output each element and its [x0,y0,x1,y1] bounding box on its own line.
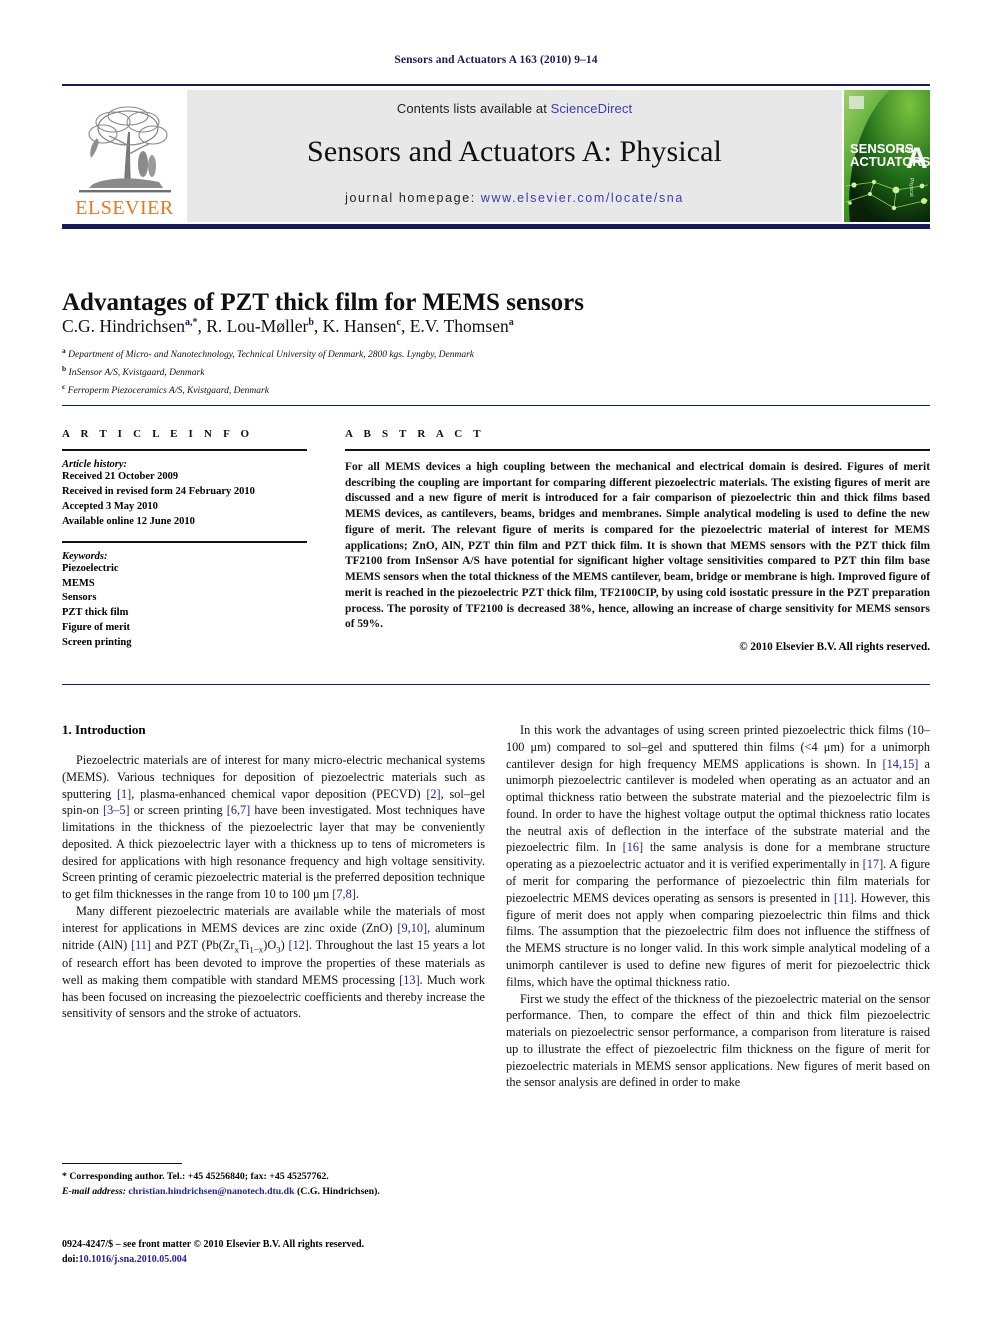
history-item: Received in revised form 24 February 201… [62,485,255,497]
journal-homepage-link[interactable]: www.elsevier.com/locate/sna [481,191,684,205]
masthead-top-rule [62,84,930,86]
imprint-block: 0924-4247/$ – see front matter © 2010 El… [62,1237,485,1267]
body-column-left: 1. Introduction Piezoelectric materials … [62,722,485,1022]
running-head: Sensors and Actuators A 163 (2010) 9–14 [394,54,598,66]
abstract-block: A B S T R A C T For all MEMS devices a h… [345,428,930,653]
section-heading-introduction: 1. Introduction [62,722,146,737]
article-info-block: A R T I C L E I N F O Article history: R… [62,428,307,651]
journal-homepage-line: journal homepage: www.elsevier.com/locat… [345,191,684,205]
email-note: E-mail address: christian.hindrichsen@na… [62,1185,485,1200]
keyword-item: Screen printing [62,637,132,649]
email-link[interactable]: christian.hindrichsen@nanotech.dtu.dk [128,1186,294,1197]
affiliation-mark: c [62,381,66,391]
sciencedirect-link[interactable]: ScienceDirect [551,101,633,116]
svg-text:A: A [906,142,928,175]
affiliation-mark: a [62,346,66,355]
elsevier-logo: ELSEVIER [62,90,187,222]
keywords-list: Piezoelectric MEMS Sensors PZT thick fil… [62,562,307,651]
keyword-item: Figure of merit [62,622,131,634]
paragraph: First we study the effect of the thickne… [506,991,930,1090]
paragraph: Piezoelectric materials are of interest … [62,753,485,902]
front-matter-line: 0924-4247/$ – see front matter © 2010 El… [62,1239,365,1250]
journal-masthead: ELSEVIER Contents lists available at Sci… [62,84,930,229]
homepage-prefix: journal homepage: [345,191,481,205]
history-item: Received 21 October 2009 [62,471,179,482]
abstract-text: For all MEMS devices a high coupling bet… [345,461,930,631]
email-label: E-mail address: [62,1185,126,1197]
article-history-label: Article history: [62,459,128,470]
contents-available-line: Contents lists available at ScienceDirec… [397,101,632,116]
article-info-rule [62,449,307,451]
doi-link[interactable]: 10.1016/j.sna.2010.05.004 [79,1254,187,1265]
history-item: Available online 12 June 2010 [62,515,195,527]
article-info-kicker: A R T I C L E I N F O [62,428,254,440]
abstract-bottom-rule [62,684,930,685]
info-top-rule [62,405,930,406]
paragraph: In this work the advantages of using scr… [506,723,931,989]
keyword-item: Sensors [62,592,97,604]
author-list: C.G. Hindrichsena,*, R. Lou-Møllerb, K. … [62,316,514,336]
affiliation-item: b InSensor A/S, Kvistgaard, Denmark [62,363,205,379]
doi-label: doi: [62,1254,79,1265]
journal-cover-thumbnail: SENSORS ACTUATORS and A Physical [844,90,930,222]
masthead-panel: Contents lists available at ScienceDirec… [187,90,842,222]
footnote-block: * Corresponding author. Tel.: +45 452568… [62,1170,485,1199]
article-history-list: Received 21 October 2009 Received in rev… [62,470,307,530]
contents-prefix: Contents lists available at [396,101,551,116]
journal-title: Sensors and Actuators A: Physical [307,135,722,168]
affiliation-mark: b [62,363,67,373]
page-title: Advantages of PZT thick film for MEMS se… [62,288,584,316]
copyright-line: © 2010 Elsevier B.V. All rights reserved… [739,641,930,654]
keyword-item: Piezoelectric [62,562,119,574]
abstract-rule [345,449,930,451]
body-column-right: In this work the advantages of using scr… [506,722,930,1091]
affiliation-list: a Department of Micro- and Nanotechnolog… [62,345,930,399]
email-attribution: (C.G. Hindrichsen). [297,1185,380,1197]
footnote-rule [62,1163,182,1164]
masthead-bottom-rule [62,224,930,229]
doi-line: doi:10.1016/j.sna.2010.05.004 [62,1252,485,1267]
corresponding-author-note: * Corresponding author. Tel.: +45 452568… [62,1171,329,1182]
keywords-rule [62,540,307,543]
affiliation-item: c Ferroperm Piezoceramics A/S, Kvistgaar… [62,381,269,396]
elsevier-tree-icon [73,102,177,198]
history-item: Accepted 3 May 2010 [62,500,158,512]
keyword-item: PZT thick film [62,607,129,619]
abstract-kicker: A B S T R A C T [345,428,485,440]
affiliation-item: a Department of Micro- and Nanotechnolog… [62,346,474,361]
paragraph: Many different piezoelectric materials a… [62,904,485,1021]
elsevier-wordmark: ELSEVIER [75,197,174,219]
keyword-item: MEMS [62,577,95,589]
paper-page: Sensors and Actuators A 163 (2010) 9–14 [0,0,992,1323]
keywords-label: Keywords: [62,550,108,562]
